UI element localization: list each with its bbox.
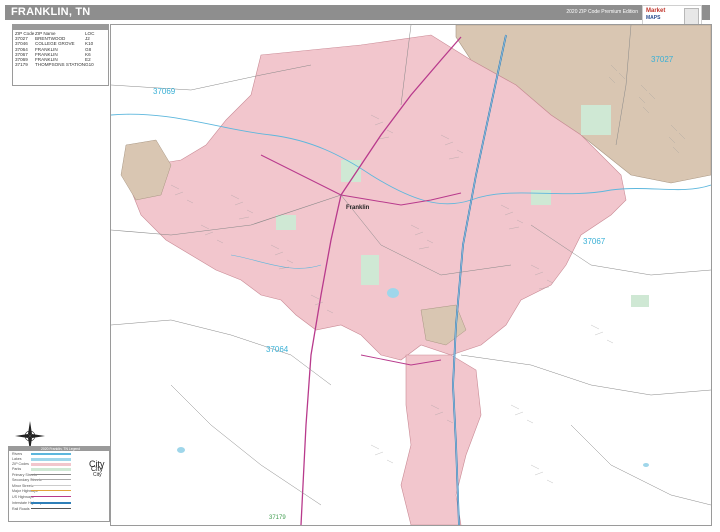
- park: [581, 105, 611, 135]
- park: [276, 215, 296, 230]
- legend-city-small: City: [93, 472, 102, 478]
- road: [170, 384, 322, 506]
- logo-brand-bottom: MAPS: [646, 15, 661, 21]
- table-row: 37179 THOMPSONS STATION G10: [15, 62, 106, 67]
- zip-code-table: ZIP Code ZIP Name LOC 37027 BRENTWOOD J2…: [12, 24, 109, 86]
- legend-swatch: [31, 468, 71, 471]
- map-svg: [111, 25, 711, 525]
- legend-swatch: [31, 496, 71, 497]
- road: [570, 424, 711, 506]
- title-bar: FRANKLIN, TN 2020 ZIP Code Premium Editi…: [5, 5, 710, 31]
- loc-cell: G10: [85, 62, 94, 68]
- zip-label-37064: 37064: [266, 345, 289, 354]
- legend-swatch: [31, 485, 71, 486]
- legend-item: Rail Roads: [12, 507, 30, 511]
- zip-table-header-bar: [13, 25, 108, 30]
- map-title: FRANKLIN, TN: [11, 6, 91, 18]
- park: [631, 295, 649, 307]
- road: [111, 319, 332, 386]
- legend-item: Parks: [12, 467, 22, 471]
- map-canvas[interactable]: 37069 37027 37067 37064 37179 Franklin: [110, 24, 712, 526]
- zip-label-37179: 37179: [269, 515, 286, 521]
- zip-label-37027: 37027: [651, 55, 674, 64]
- legend-item: Lakes: [12, 457, 22, 461]
- legend-item: Rivers: [12, 452, 23, 456]
- edition-label: 2020 ZIP Code Premium Edition: [566, 9, 638, 15]
- lake: [177, 447, 185, 453]
- map-legend: 2020 Franklin, TN Legend Rivers Lakes ZI…: [8, 446, 110, 522]
- legend-item: ZIP Codes: [12, 462, 29, 466]
- zip-area-south: [400, 354, 482, 525]
- zip-name-cell: THOMPSONS STATION: [35, 62, 86, 68]
- legend-swatch: [31, 508, 71, 509]
- legend-title: 2020 Franklin, TN Legend: [41, 447, 81, 451]
- park: [531, 190, 551, 205]
- park: [341, 160, 361, 182]
- logo-brand-top: Market: [646, 8, 666, 14]
- legend-swatch: [31, 479, 71, 480]
- park: [361, 255, 379, 285]
- zip-cell: 37179: [15, 62, 28, 68]
- legend-swatch: [31, 502, 71, 504]
- legend-swatch: [31, 463, 71, 466]
- city-label-franklin: Franklin: [346, 205, 370, 211]
- legend-swatch: [31, 453, 71, 455]
- zip-label-37069: 37069: [153, 87, 176, 96]
- legend-swatch: [31, 474, 71, 475]
- zip-label-37067: 37067: [583, 237, 606, 246]
- legend-swatch: [31, 490, 71, 491]
- legend-header: 2020 Franklin, TN Legend: [9, 447, 109, 451]
- lake: [387, 288, 399, 298]
- legend-swatch: [31, 458, 71, 461]
- lake: [643, 463, 649, 467]
- road: [460, 354, 711, 396]
